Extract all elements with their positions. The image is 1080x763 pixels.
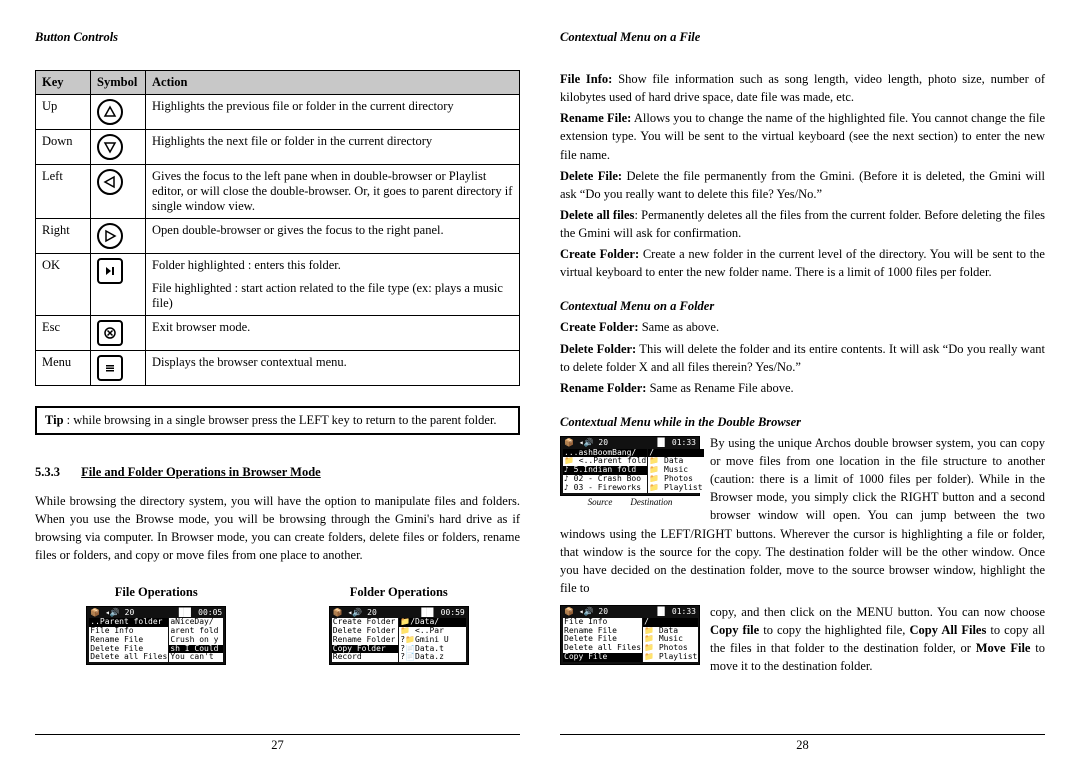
section-body: While browsing the directory system, you… (35, 492, 520, 565)
dbl-caption: Source Destination (560, 497, 700, 507)
folder-operations-col: Folder Operations 📦 ◂🔊 20██▌ 00:59 Creat… (329, 585, 469, 666)
action-menu: Displays the browser contextual menu. (146, 351, 520, 386)
action-up: Highlights the previous file or folder i… (146, 95, 520, 130)
close-icon (97, 320, 123, 346)
key-ok: OK (36, 254, 91, 316)
folder-definitions: Create Folder: Same as above. Delete Fol… (560, 318, 1045, 397)
key-menu: Menu (36, 351, 91, 386)
file-ops-label: File Operations (86, 585, 226, 600)
th-symbol: Symbol (91, 71, 146, 95)
page-28: Contextual Menu on a File File Info: Sho… (560, 30, 1045, 753)
th-key: Key (36, 71, 91, 95)
section-number: 5.3.3 (35, 465, 60, 479)
table-row: Menu Displays the browser contextual men… (36, 351, 520, 386)
action-right: Open double-browser or gives the focus t… (146, 219, 520, 254)
down-arrow-icon (97, 134, 123, 160)
page-27: Button Controls Key Symbol Action Up Hig… (35, 30, 520, 753)
double-browser-block-2: 📦 ◂🔊 20█▌ 01:33 File Info Rename File De… (560, 603, 1045, 676)
dbl-fig-2: 📦 ◂🔊 20█▌ 01:33 File Info Rename File De… (560, 605, 700, 665)
table-row: OK Folder highlighted : enters this fold… (36, 254, 520, 278)
dbl-screen-1: 📦 ◂🔊 20█▌ 01:33 ...ashBoomBang/ 📁 <..Par… (560, 436, 700, 496)
folder-ops-screen: 📦 ◂🔊 20██▌ 00:59 Create Folder Delete Fo… (329, 606, 469, 666)
key-down: Down (36, 130, 91, 165)
table-row: Down Highlights the next file or folder … (36, 130, 520, 165)
table-row: Up Highlights the previous file or folde… (36, 95, 520, 130)
menu-icon (97, 355, 123, 381)
dbl-screen-2: 📦 ◂🔊 20█▌ 01:33 File Info Rename File De… (560, 605, 700, 665)
left-arrow-icon (97, 169, 123, 195)
file-ops-screen: 📦 ◂🔊 20██▌ 00:05 ..Parent folder File In… (86, 606, 226, 666)
file-definitions: File Info: Show file information such as… (560, 70, 1045, 281)
key-table: Key Symbol Action Up Highlights the prev… (35, 70, 520, 386)
heading-button-controls: Button Controls (35, 30, 520, 45)
up-arrow-icon (97, 99, 123, 125)
folder-ops-label: Folder Operations (329, 585, 469, 600)
key-left: Left (36, 165, 91, 219)
action-ok-folder: Folder highlighted : enters this folder. (146, 254, 520, 278)
key-esc: Esc (36, 316, 91, 351)
dbl-fig-1: 📦 ◂🔊 20█▌ 01:33 ...ashBoomBang/ 📁 <..Par… (560, 436, 700, 507)
heading-ctx-folder: Contextual Menu on a Folder (560, 299, 1045, 314)
section-533: 5.3.3 File and Folder Operations in Brow… (35, 465, 520, 480)
table-row: Right Open double-browser or gives the f… (36, 219, 520, 254)
action-ok-file: File highlighted : start action related … (146, 277, 520, 316)
heading-ctx-file: Contextual Menu on a File (560, 30, 1045, 45)
action-esc: Exit browser mode. (146, 316, 520, 351)
table-row: Esc Exit browser mode. (36, 316, 520, 351)
tip-text: : while browsing in a single browser pre… (64, 413, 497, 427)
table-header-row: Key Symbol Action (36, 71, 520, 95)
double-browser-block-1: 📦 ◂🔊 20█▌ 01:33 ...ashBoomBang/ 📁 <..Par… (560, 434, 1045, 597)
tip-box: Tip : while browsing in a single browser… (35, 406, 520, 435)
th-action: Action (146, 71, 520, 95)
key-up: Up (36, 95, 91, 130)
page-number-left: 27 (35, 734, 520, 753)
key-right: Right (36, 219, 91, 254)
right-arrow-icon (97, 223, 123, 249)
file-operations-col: File Operations 📦 ◂🔊 20██▌ 00:05 ..Paren… (86, 585, 226, 666)
section-title: File and Folder Operations in Browser Mo… (81, 465, 321, 479)
play-pause-icon (97, 258, 123, 284)
table-row: Left Gives the focus to the left pane wh… (36, 165, 520, 219)
operations-row: File Operations 📦 ◂🔊 20██▌ 00:05 ..Paren… (35, 585, 520, 666)
action-left: Gives the focus to the left pane when in… (146, 165, 520, 219)
action-down: Highlights the next file or folder in th… (146, 130, 520, 165)
page-number-right: 28 (560, 734, 1045, 753)
heading-ctx-double: Contextual Menu while in the Double Brow… (560, 415, 1045, 430)
